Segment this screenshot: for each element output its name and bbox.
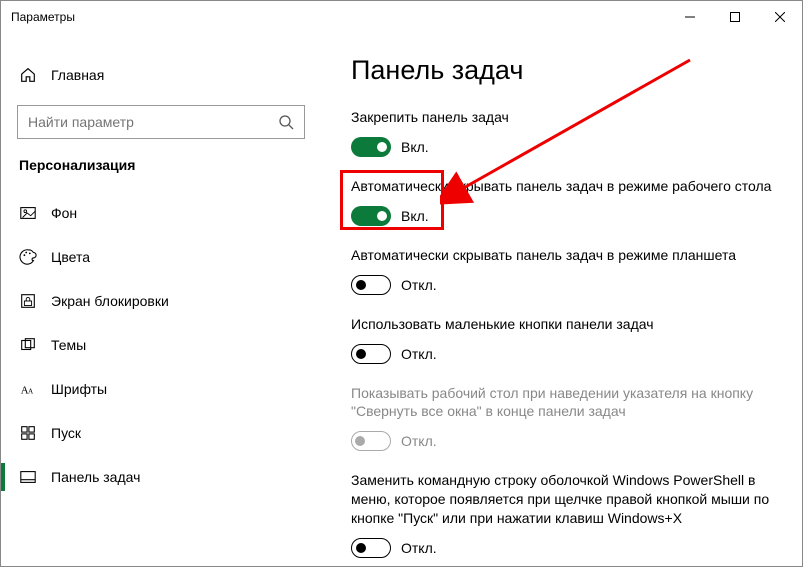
sidebar-item-themes[interactable]: Темы [1, 323, 321, 367]
sidebar-item-label: Шрифты [51, 381, 107, 397]
setting-peek-desktop: Показывать рабочий стол при наведении ук… [351, 384, 772, 452]
fonts-icon: AA [19, 380, 37, 398]
start-icon [19, 424, 37, 442]
minimize-button[interactable] [667, 1, 712, 33]
setting-autohide-desktop: Автоматически скрывать панель задач в ре… [351, 177, 772, 226]
toggle-state-text: Вкл. [401, 208, 429, 224]
toggle-state-text: Откл. [401, 540, 437, 556]
toggle-peek-desktop [351, 431, 391, 451]
toggle-state-text: Откл. [401, 346, 437, 362]
titlebar: Параметры [1, 1, 802, 33]
themes-icon [19, 336, 37, 354]
sidebar-item-taskbar[interactable]: Панель задач [1, 455, 321, 499]
sidebar-item-label: Экран блокировки [51, 293, 169, 309]
toggle-lock-taskbar[interactable] [351, 137, 391, 157]
picture-icon [19, 204, 37, 222]
toggle-state-text: Откл. [401, 277, 437, 293]
palette-icon [19, 248, 37, 266]
close-button[interactable] [757, 1, 802, 33]
search-input[interactable] [17, 105, 305, 139]
sidebar-item-label: Пуск [51, 425, 81, 441]
sidebar-item-label: Темы [51, 337, 86, 353]
sidebar-item-label: Цвета [51, 249, 90, 265]
setting-label: Заменить командную строку оболочкой Wind… [351, 471, 772, 528]
home-nav[interactable]: Главная [1, 53, 321, 97]
section-title: Персонализация [1, 155, 321, 191]
home-icon [19, 66, 37, 84]
toggle-autohide-tablet[interactable] [351, 275, 391, 295]
setting-label: Использовать маленькие кнопки панели зад… [351, 315, 772, 334]
sidebar-item-label: Панель задач [51, 469, 140, 485]
sidebar-item-background[interactable]: Фон [1, 191, 321, 235]
setting-powershell: Заменить командную строку оболочкой Wind… [351, 471, 772, 558]
home-label: Главная [51, 67, 104, 83]
sidebar: Главная Персонализация Фон Цвета [1, 33, 321, 566]
sidebar-item-label: Фон [51, 205, 77, 221]
setting-small-buttons: Использовать маленькие кнопки панели зад… [351, 315, 772, 364]
window-title: Параметры [11, 10, 667, 24]
sidebar-item-start[interactable]: Пуск [1, 411, 321, 455]
maximize-button[interactable] [712, 1, 757, 33]
toggle-state-text: Откл. [401, 433, 437, 449]
toggle-state-text: Вкл. [401, 139, 429, 155]
toggle-autohide-desktop[interactable] [351, 206, 391, 226]
sidebar-item-colors[interactable]: Цвета [1, 235, 321, 279]
lockscreen-icon [19, 292, 37, 310]
content: Панель задач Закрепить панель задач Вкл.… [321, 33, 802, 566]
setting-lock-taskbar: Закрепить панель задач Вкл. [351, 108, 772, 157]
setting-label: Показывать рабочий стол при наведении ук… [351, 384, 772, 422]
setting-autohide-tablet: Автоматически скрывать панель задач в ре… [351, 246, 772, 295]
sidebar-item-fonts[interactable]: AA Шрифты [1, 367, 321, 411]
setting-label: Закрепить панель задач [351, 108, 772, 127]
toggle-small-buttons[interactable] [351, 344, 391, 364]
svg-text:A: A [28, 388, 34, 396]
setting-label: Автоматически скрывать панель задач в ре… [351, 177, 772, 196]
search-field[interactable] [28, 114, 278, 130]
toggle-powershell[interactable] [351, 538, 391, 558]
sidebar-item-lockscreen[interactable]: Экран блокировки [1, 279, 321, 323]
taskbar-icon [19, 468, 37, 486]
search-icon [278, 114, 294, 130]
setting-label: Автоматически скрывать панель задач в ре… [351, 246, 772, 265]
page-title: Панель задач [351, 55, 772, 86]
